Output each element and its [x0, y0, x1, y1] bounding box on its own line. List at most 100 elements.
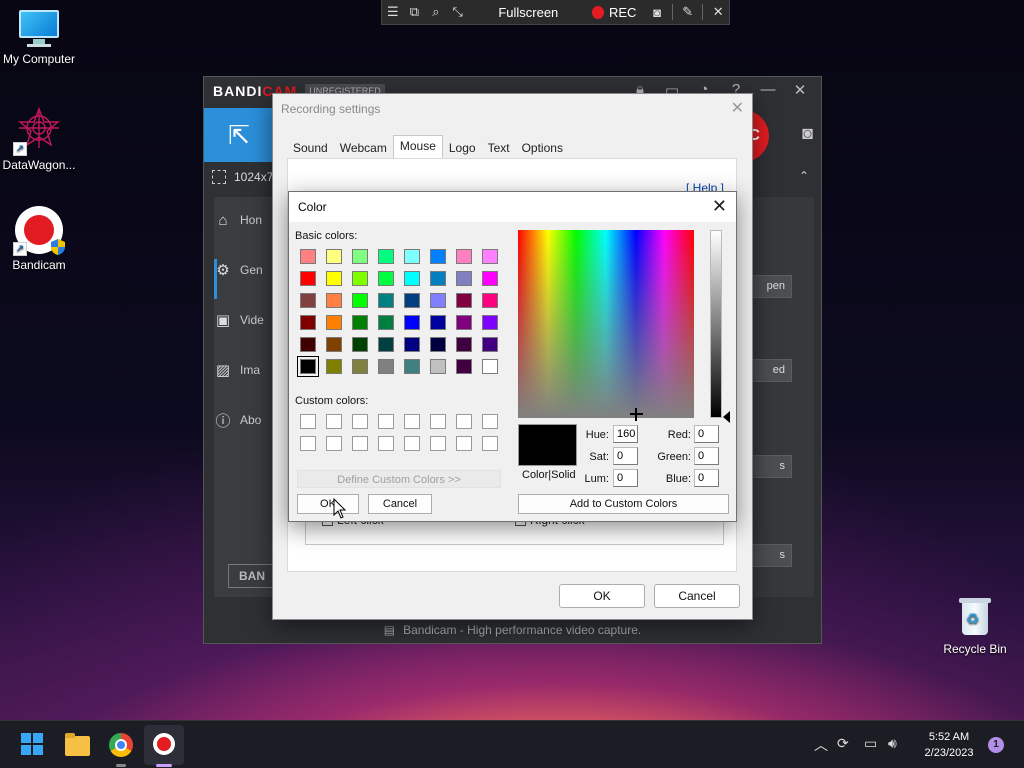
basic-color-swatch[interactable]: [482, 271, 498, 286]
basic-color-swatch[interactable]: [404, 293, 420, 308]
basic-color-swatch[interactable]: [326, 271, 342, 286]
basic-color-swatch[interactable]: [300, 293, 316, 308]
chevron-up-icon[interactable]: ︿: [814, 735, 828, 755]
red-field[interactable]: 0: [694, 425, 719, 443]
file-explorer-icon[interactable]: [65, 733, 90, 756]
basic-color-swatch[interactable]: [352, 337, 368, 352]
resolution-selector[interactable]: 1024x7: [212, 170, 273, 184]
basic-color-swatch[interactable]: [378, 359, 394, 374]
basic-color-swatch[interactable]: [378, 315, 394, 330]
sidebar-item-home[interactable]: ⌂ Hon: [214, 211, 274, 229]
sync-icon[interactable]: ⟳: [837, 735, 849, 752]
basic-color-swatch[interactable]: [404, 271, 420, 286]
custom-color-swatch[interactable]: [456, 436, 472, 451]
network-icon[interactable]: ▭: [864, 735, 877, 752]
ok-button[interactable]: OK: [559, 584, 645, 608]
desktop-icon-datawagon[interactable]: ↗ DataWagon...: [0, 106, 84, 172]
basic-color-swatch[interactable]: [456, 249, 472, 264]
crosshair-icon[interactable]: [630, 408, 643, 421]
color-ok-button[interactable]: OK: [297, 494, 359, 514]
define-custom-colors-button[interactable]: Define Custom Colors >>: [297, 470, 501, 488]
basic-color-swatch[interactable]: [378, 271, 394, 286]
basic-color-swatch[interactable]: [378, 337, 394, 352]
custom-color-swatch[interactable]: [482, 414, 498, 429]
custom-color-swatch[interactable]: [352, 436, 368, 451]
basic-color-swatch[interactable]: [404, 249, 420, 264]
custom-color-swatch[interactable]: [378, 414, 394, 429]
desktop-icon-my-computer[interactable]: My Computer: [0, 10, 84, 66]
basic-color-swatch[interactable]: [300, 271, 316, 286]
basic-color-swatch[interactable]: [430, 337, 446, 352]
color-spectrum[interactable]: [518, 230, 694, 418]
sidebar-item-video[interactable]: ▣ Vide: [214, 311, 274, 329]
custom-color-swatch[interactable]: [482, 436, 498, 451]
desktop-icon-recycle-bin[interactable]: ♻ Recycle Bin: [940, 596, 1010, 656]
basic-color-swatch[interactable]: [297, 356, 319, 377]
start-button-icon[interactable]: [21, 733, 45, 757]
bandicam-taskbar-button[interactable]: [144, 725, 184, 765]
volume-icon[interactable]: 🔊︎: [888, 735, 897, 752]
camera-icon[interactable]: ◙: [646, 0, 668, 25]
close-icon[interactable]: ✕: [789, 81, 811, 99]
lum-field[interactable]: 0: [613, 469, 638, 487]
basic-color-swatch[interactable]: [326, 293, 342, 308]
close-icon[interactable]: ✕: [712, 196, 727, 217]
basic-color-swatch[interactable]: [404, 359, 420, 374]
resize-icon[interactable]: ⤡: [447, 0, 469, 25]
basic-color-swatch[interactable]: [300, 337, 316, 352]
basic-color-swatch[interactable]: [378, 293, 394, 308]
tab-sound[interactable]: Sound: [287, 138, 334, 158]
tab-mouse[interactable]: Mouse: [392, 135, 443, 158]
luminosity-slider[interactable]: [710, 230, 722, 418]
custom-color-swatch[interactable]: [300, 436, 316, 451]
tab-logo[interactable]: Logo: [443, 138, 482, 158]
basic-color-swatch[interactable]: [482, 337, 498, 352]
basic-color-swatch[interactable]: [300, 249, 316, 264]
custom-color-swatch[interactable]: [300, 414, 316, 429]
sat-field[interactable]: 0: [613, 447, 638, 465]
basic-color-swatch[interactable]: [456, 315, 472, 330]
sidebar-item-about[interactable]: ⓘ Abo: [214, 411, 274, 430]
minimize-icon[interactable]: —: [757, 81, 779, 99]
record-dot-icon[interactable]: [592, 5, 604, 19]
menu-icon[interactable]: ☰: [382, 0, 404, 25]
basic-color-swatch[interactable]: [326, 315, 342, 330]
basic-color-swatch[interactable]: [326, 249, 342, 264]
custom-color-swatch[interactable]: [326, 436, 342, 451]
hue-field[interactable]: 160: [613, 425, 638, 443]
basic-color-swatch[interactable]: [326, 337, 342, 352]
custom-color-swatch[interactable]: [404, 414, 420, 429]
add-to-custom-colors-button[interactable]: Add to Custom Colors: [518, 494, 729, 514]
basic-color-swatch[interactable]: [378, 249, 394, 264]
custom-color-swatch[interactable]: [430, 414, 446, 429]
rec-button[interactable]: REC: [609, 5, 636, 20]
basic-color-swatch[interactable]: [404, 315, 420, 330]
green-field[interactable]: 0: [694, 447, 719, 465]
blue-field[interactable]: 0: [694, 469, 719, 487]
zoom-region-icon[interactable]: ⌕: [425, 0, 447, 25]
desktop-icon-bandicam[interactable]: ↗ Bandicam: [0, 206, 84, 272]
notification-badge[interactable]: 1: [988, 737, 1004, 753]
tab-text[interactable]: Text: [482, 138, 516, 158]
basic-color-swatch[interactable]: [456, 337, 472, 352]
basic-color-swatch[interactable]: [326, 359, 342, 374]
sidebar-item-image[interactable]: ▨ Ima: [214, 361, 274, 379]
basic-color-swatch[interactable]: [352, 293, 368, 308]
basic-color-swatch[interactable]: [352, 271, 368, 286]
fullscreen-label[interactable]: Fullscreen: [498, 5, 558, 20]
window-mode-icon[interactable]: ⧉: [404, 0, 426, 25]
basic-color-swatch[interactable]: [300, 315, 316, 330]
taskbar-clock[interactable]: 5:52 AM 2/23/2023: [914, 729, 984, 761]
basic-color-swatch[interactable]: [430, 293, 446, 308]
custom-color-swatch[interactable]: [378, 436, 394, 451]
basic-color-swatch[interactable]: [430, 315, 446, 330]
basic-color-swatch[interactable]: [482, 315, 498, 330]
cancel-button[interactable]: Cancel: [654, 584, 740, 608]
screenshot-camera-icon[interactable]: ◙: [802, 123, 813, 144]
sidebar-item-general[interactable]: ⚙ Gen: [214, 261, 274, 279]
chrome-icon[interactable]: [109, 733, 133, 757]
close-icon[interactable]: ✕: [731, 98, 744, 118]
basic-color-swatch[interactable]: [456, 359, 472, 374]
basic-color-swatch[interactable]: [352, 359, 368, 374]
basic-color-swatch[interactable]: [456, 293, 472, 308]
